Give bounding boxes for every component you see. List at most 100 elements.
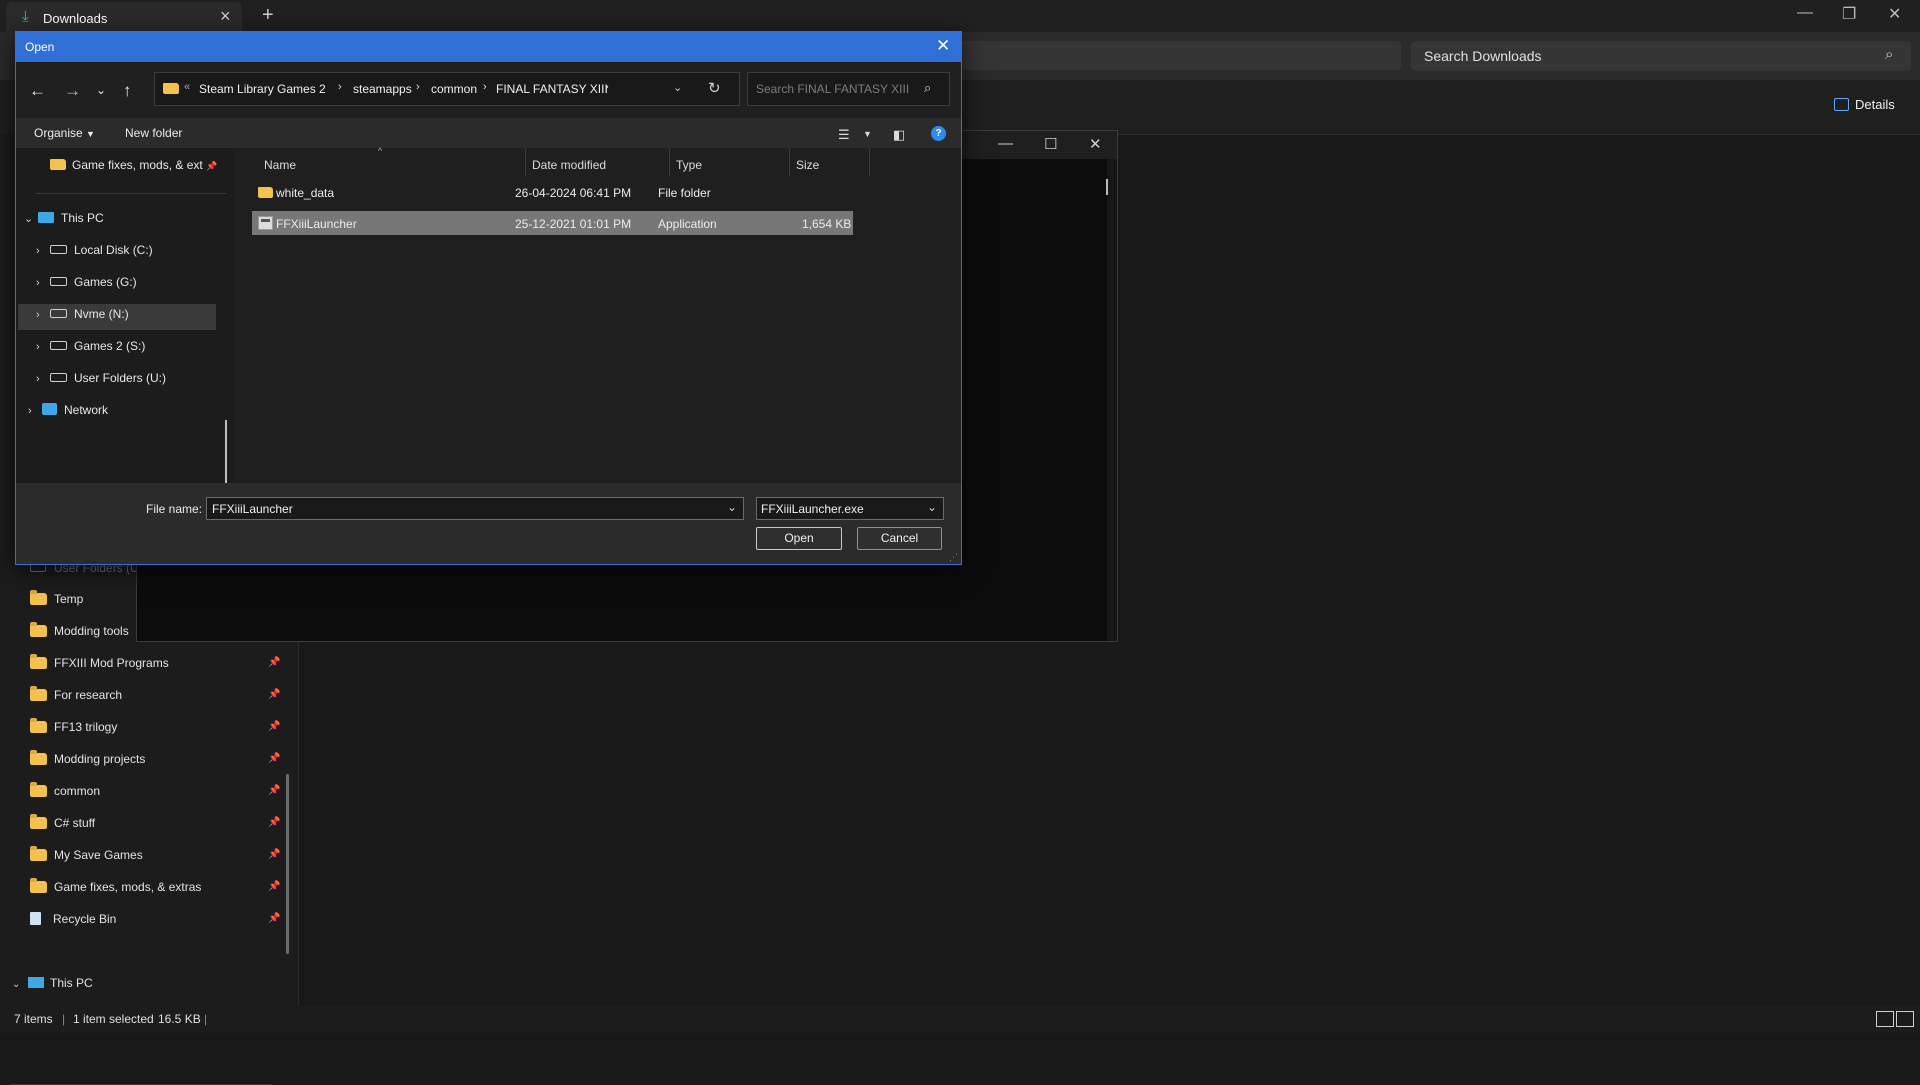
file-type-select[interactable]: FFXiiiLauncher.exe ⌄: [756, 497, 944, 520]
cancel-button[interactable]: Cancel: [857, 527, 942, 550]
view-options-chevron-icon[interactable]: ▼: [863, 129, 872, 139]
dialog-nav-label: Nvme (N:): [74, 307, 129, 321]
organise-button[interactable]: Organise ▼: [34, 126, 95, 140]
file-name-input[interactable]: FFXiiiLauncher ⌄: [206, 497, 744, 520]
resize-grip-icon[interactable]: ⋰: [949, 552, 958, 563]
nav-item-label: common: [54, 784, 101, 798]
nav-item-modding-projects[interactable]: Modding projects 📌: [30, 750, 280, 766]
new-tab-button[interactable]: +: [262, 4, 274, 27]
nav-item-for-research[interactable]: For research 📌: [30, 686, 280, 702]
dialog-nav-games-g[interactable]: › Games (G:): [36, 275, 137, 289]
search-placeholder: Search Downloads: [1424, 48, 1542, 64]
details-view-icon[interactable]: [1876, 1011, 1894, 1027]
dialog-nav-label: Local Disk (C:): [74, 243, 153, 257]
sort-ascending-icon: ^: [378, 146, 383, 156]
new-folder-button[interactable]: New folder: [125, 126, 182, 140]
column-header-size[interactable]: Size: [796, 158, 819, 172]
drive-icon: [50, 373, 67, 382]
help-icon[interactable]: ?: [931, 126, 946, 141]
overflow-chevron-icon[interactable]: «: [184, 81, 190, 93]
breadcrumb-steamapps[interactable]: steamapps: [353, 82, 412, 96]
view-list-icon[interactable]: ☰: [838, 127, 850, 143]
open-button[interactable]: Open: [756, 527, 842, 550]
nav-item-my-save-games[interactable]: My Save Games 📌: [30, 846, 280, 862]
breadcrumb-separator-icon[interactable]: ›: [416, 81, 420, 93]
chevron-down-icon[interactable]: ⌄: [927, 500, 937, 514]
search-downloads-input[interactable]: Search Downloads ⌕: [1411, 41, 1911, 71]
dialog-nav-this-pc[interactable]: ⌄ This PC: [24, 211, 104, 225]
nav-item-this-pc[interactable]: ⌄ This PC: [12, 976, 93, 990]
status-selected: 1 item selected: [73, 1012, 154, 1026]
breadcrumb-separator-icon[interactable]: ›: [605, 81, 609, 93]
console-scrollbar[interactable]: [1107, 159, 1117, 641]
drive-icon: [50, 277, 67, 286]
details-label: Details: [1855, 97, 1895, 112]
dialog-nav-game-fixes[interactable]: Game fixes, mods, & ext 📌: [50, 158, 217, 172]
console-minimize-button[interactable]: —: [998, 135, 1013, 152]
tab-close-icon[interactable]: ×: [220, 6, 231, 27]
breadcrumb-steam-library[interactable]: Steam Library Games 2: [199, 82, 326, 96]
nav-item-temp[interactable]: Temp: [30, 590, 83, 606]
application-icon: [258, 216, 273, 230]
folder-icon: [30, 654, 47, 669]
nav-item-game-fixes[interactable]: Game fixes, mods, & extras 📌: [30, 878, 280, 894]
address-field[interactable]: [960, 41, 1401, 70]
console-maximize-button[interactable]: ☐: [1044, 135, 1057, 153]
column-header-name[interactable]: Name: [264, 158, 296, 172]
tab-downloads[interactable]: ⤓ Downloads ×: [6, 2, 242, 32]
details-button[interactable]: Details: [1834, 97, 1895, 112]
nav-scrollbar[interactable]: [286, 774, 289, 954]
file-date: 26-04-2024 06:41 PM: [515, 186, 632, 200]
forward-arrow-icon[interactable]: →: [64, 81, 81, 101]
dialog-close-icon[interactable]: ✕: [936, 36, 950, 56]
nav-item-recycle-bin[interactable]: Recycle Bin 📌: [30, 912, 280, 926]
chevron-down-icon[interactable]: ⌄: [727, 500, 737, 514]
dialog-nav-games-2-s[interactable]: › Games 2 (S:): [36, 339, 145, 353]
dialog-nav-local-disk-c[interactable]: › Local Disk (C:): [36, 243, 153, 257]
pin-icon: 📌: [268, 689, 281, 700]
back-arrow-icon[interactable]: ←: [29, 81, 46, 101]
recent-locations-chevron-icon[interactable]: ⌄: [96, 83, 106, 97]
column-header-date-modified[interactable]: Date modified: [532, 158, 606, 172]
status-bar: 7 items | 1 item selected 16.5 KB |: [0, 1006, 1920, 1033]
column-separator[interactable]: [789, 148, 790, 176]
pin-icon: 📌: [268, 657, 281, 668]
dialog-nav-network[interactable]: › Network: [28, 403, 108, 417]
preview-pane-icon[interactable]: ◧: [893, 127, 905, 143]
column-header-type[interactable]: Type: [676, 158, 702, 172]
status-separator: |: [62, 1012, 66, 1026]
console-close-button[interactable]: ✕: [1089, 135, 1102, 153]
nav-item-modding-tools[interactable]: Modding tools: [30, 622, 129, 638]
dialog-search-input[interactable]: Search FINAL FANTASY XIII ⌕: [747, 72, 950, 106]
dialog-nav-label: Games 2 (S:): [74, 339, 146, 353]
maximize-button[interactable]: ❐: [1842, 4, 1856, 24]
close-window-button[interactable]: ✕: [1888, 4, 1901, 24]
table-row[interactable]: white_data 26-04-2024 06:41 PM File fold…: [252, 180, 853, 204]
nav-item-csharp-stuff[interactable]: C# stuff 📌: [30, 814, 280, 830]
nav-item-common[interactable]: common 📌: [30, 782, 280, 798]
refresh-icon[interactable]: ↻: [708, 79, 721, 97]
column-separator[interactable]: [869, 148, 870, 176]
dialog-nav-user-folders-u[interactable]: › User Folders (U:): [36, 371, 166, 385]
column-separator[interactable]: [669, 148, 670, 176]
tiles-view-icon[interactable]: [1896, 1011, 1914, 1027]
folder-icon: [163, 83, 179, 94]
breadcrumb-final-fantasy-xiii[interactable]: FINAL FANTASY XIII: [496, 82, 608, 96]
nav-item-label: For research: [54, 688, 123, 702]
address-dropdown-icon[interactable]: ⌄: [673, 81, 682, 94]
breadcrumb-separator-icon[interactable]: ›: [483, 81, 487, 93]
dialog-nav-label: User Folders (U:): [74, 371, 167, 385]
chevron-down-icon: ⌄: [24, 213, 34, 225]
table-row[interactable]: FFXiiiLauncher 25-12-2021 01:01 PM Appli…: [252, 211, 853, 235]
minimize-button[interactable]: —: [1797, 4, 1813, 22]
nav-item-ffxiii-mod-programs[interactable]: FFXIII Mod Programs 📌: [30, 654, 280, 670]
dialog-nav-nvme-n[interactable]: › Nvme (N:): [36, 307, 129, 321]
up-arrow-icon[interactable]: ↑: [123, 81, 132, 101]
column-separator[interactable]: [525, 148, 526, 176]
breadcrumb-separator-icon[interactable]: ›: [338, 81, 342, 93]
nav-item-ff13-trilogy[interactable]: FF13 trilogy 📌: [30, 718, 280, 734]
network-icon: [42, 403, 57, 415]
details-pane-icon: [1834, 98, 1849, 111]
breadcrumb[interactable]: « Steam Library Games 2 › steamapps › co…: [154, 72, 740, 106]
breadcrumb-common[interactable]: common: [431, 82, 477, 96]
